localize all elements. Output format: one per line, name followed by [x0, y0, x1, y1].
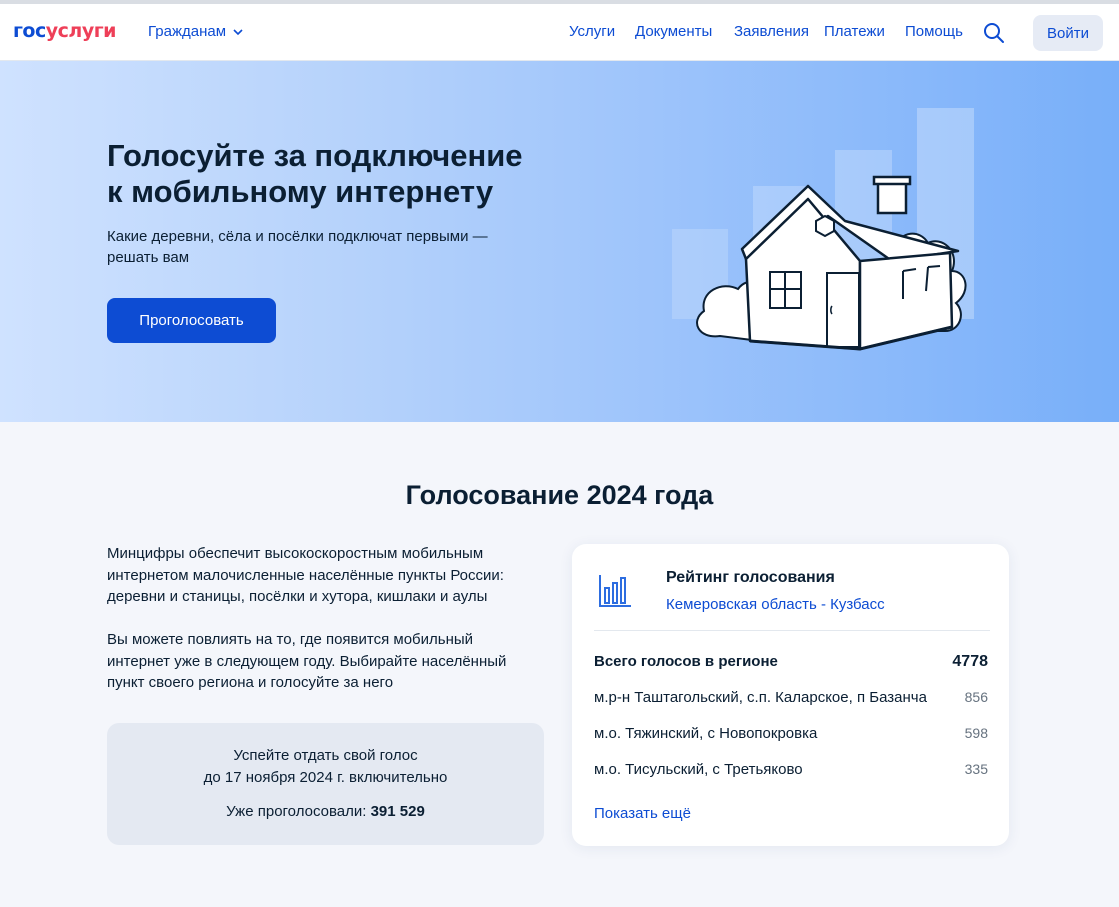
- settlement-votes: 856: [964, 689, 988, 705]
- nav-applications[interactable]: Заявления: [734, 23, 809, 40]
- deadline-text: Успейте отдать свой голос до 17 ноября 2…: [107, 745, 544, 789]
- hero-title-line2: к мобильному интернету: [107, 174, 494, 209]
- nav-documents[interactable]: Документы: [635, 23, 712, 40]
- deadline-line2: до 17 ноября 2024 г. включительно: [203, 769, 448, 786]
- total-votes-value: 4778: [952, 653, 988, 670]
- hero-subtitle-line2: решать вам: [107, 249, 190, 266]
- gosuslugi-logo[interactable]: госуслуги: [13, 20, 116, 42]
- house-illustration: [672, 108, 974, 351]
- nav-services[interactable]: Услуги: [569, 23, 615, 40]
- voted-counter: Уже проголосовали: 391 529: [107, 803, 544, 820]
- description-line: Вы можете повлиять на то, где появится м…: [107, 631, 474, 648]
- logo-part-gos: гос: [13, 20, 46, 42]
- description-line: Минцифры обеспечит высокоскоростным моби…: [107, 545, 484, 562]
- bar-chart-icon: [599, 575, 631, 607]
- hero-title-line1: Голосуйте за подключение: [107, 138, 523, 173]
- settlement-name: м.о. Тисульский, с Третьяково: [594, 761, 803, 778]
- rating-card: Рейтинг голосования Кемеровская область …: [572, 544, 1009, 846]
- description-line: интернетом малочисленные населённые пунк…: [107, 566, 504, 584]
- settlement-votes: 598: [964, 725, 988, 741]
- deadline-box: Успейте отдать свой голос до 17 ноября 2…: [107, 723, 544, 845]
- voting-section-title: Голосование 2024 года: [405, 480, 714, 510]
- citizens-dropdown[interactable]: Гражданам: [148, 23, 244, 40]
- description-line: интернет уже в следующем году. Выбирайте…: [107, 652, 507, 670]
- deadline-line1: Успейте отдать свой голос: [233, 747, 418, 764]
- description-line: пункт своего региона и голосуйте за него: [107, 674, 394, 691]
- login-button[interactable]: Войти: [1033, 15, 1103, 51]
- total-votes-label: Всего голосов в регионе: [594, 653, 778, 670]
- citizens-label: Гражданам: [148, 23, 227, 40]
- search-icon[interactable]: [983, 22, 1005, 44]
- voted-label: Уже проголосовали:: [226, 803, 367, 820]
- logo-part-uslugi: услуги: [45, 20, 117, 42]
- voted-count: 391 529: [370, 803, 425, 820]
- region-selector-link[interactable]: Кемеровская область - Кузбасс: [666, 596, 885, 613]
- vote-button[interactable]: Проголосовать: [107, 298, 276, 343]
- hero-subtitle-line1: Какие деревни, сёла и посёлки подключат …: [107, 228, 488, 245]
- description-paragraph-1: Минцифры обеспечит высокоскоростным моби…: [107, 543, 552, 608]
- description-paragraph-2: Вы можете повлиять на то, где появится м…: [107, 629, 552, 694]
- settlement-name: м.о. Тяжинский, с Новопокровка: [594, 725, 818, 742]
- hero-title: Голосуйте за подключение к мобильному ин…: [107, 138, 567, 210]
- divider: [594, 630, 990, 631]
- hero-banner: Голосуйте за подключение к мобильному ин…: [0, 61, 1119, 422]
- hero-subtitle: Какие деревни, сёла и посёлки подключат …: [107, 226, 537, 268]
- rating-title: Рейтинг голосования: [666, 569, 835, 586]
- chevron-down-icon: [233, 28, 243, 35]
- nav-payments[interactable]: Платежи: [824, 23, 885, 40]
- settlement-votes: 335: [964, 761, 988, 777]
- nav-help[interactable]: Помощь: [905, 23, 963, 40]
- show-more-link[interactable]: Показать ещё: [594, 805, 691, 822]
- description-line: деревни и станицы, посёлки и хутора, киш…: [107, 588, 488, 605]
- site-header: госуслуги Гражданам Услуги Документы Зая…: [0, 4, 1119, 61]
- settlement-name: м.р-н Таштагольский, с.п. Каларское, п Б…: [594, 689, 927, 706]
